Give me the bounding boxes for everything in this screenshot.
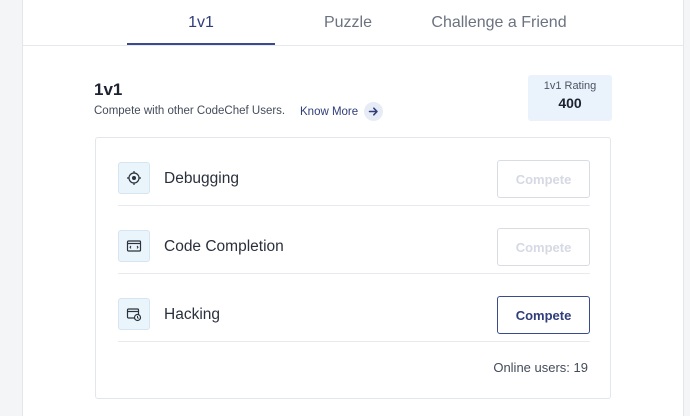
tab-puzzle[interactable]: Puzzle [275, 0, 421, 46]
rating-box: 1v1 Rating 400 [528, 75, 612, 121]
rating-label: 1v1 Rating [543, 80, 597, 92]
tab-challenge-a-friend[interactable]: Challenge a Friend [421, 0, 577, 46]
know-more-label: Know More [300, 105, 359, 118]
target-icon [118, 162, 150, 194]
mode-name: Code Completion [164, 238, 284, 255]
section-title: 1v1 [94, 80, 123, 99]
compete-button-hacking[interactable]: Compete [497, 296, 590, 334]
mode-name: Hacking [164, 306, 220, 323]
active-tab-indicator [127, 43, 275, 45]
mode-name: Debugging [164, 170, 239, 187]
compete-button-code-completion[interactable]: Compete [497, 228, 590, 266]
mode-row-debugging: Debugging Compete [118, 138, 590, 206]
code-window-icon [118, 230, 150, 262]
mode-tabs: 1v1 Puzzle Challenge a Friend [23, 0, 683, 46]
online-users-count: Online users: 19 [493, 360, 588, 375]
section-subtitle: Compete with other CodeChef Users. [94, 105, 286, 117]
challenge-panel: 1v1 Puzzle Challenge a Friend 1v1 Compet… [22, 0, 684, 416]
compete-button-debugging[interactable]: Compete [497, 160, 590, 198]
tab-1v1[interactable]: 1v1 [127, 0, 275, 46]
modes-card: Debugging Compete Code Completion Compet… [95, 137, 611, 399]
know-more-link[interactable]: Know More [300, 102, 384, 121]
mode-row-hacking: Hacking Compete [118, 274, 590, 342]
mode-row-code-completion: Code Completion Compete [118, 206, 590, 274]
arrow-right-icon [364, 102, 384, 121]
rating-value: 400 [558, 95, 582, 111]
hack-window-icon [118, 298, 150, 330]
